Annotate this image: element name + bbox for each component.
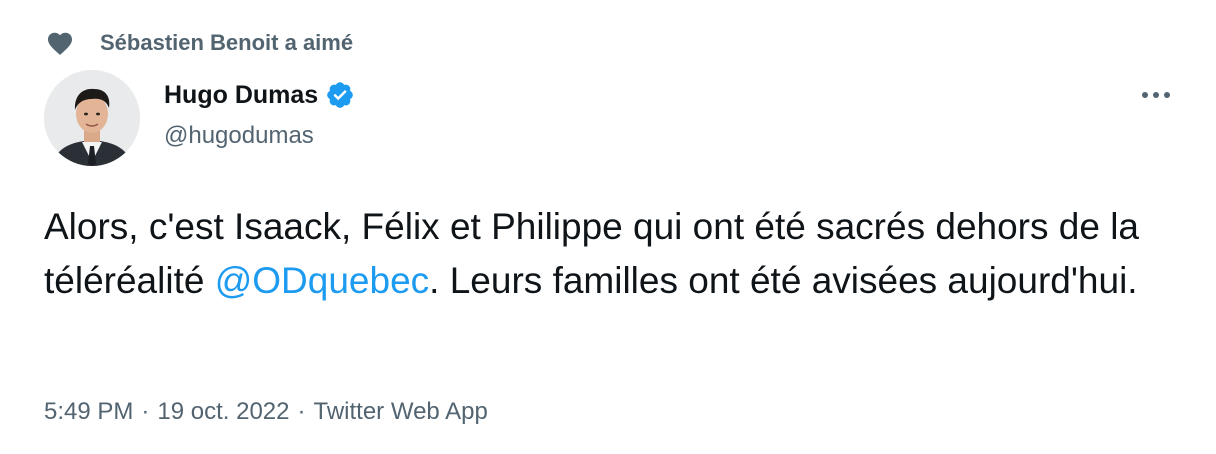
- author-handle[interactable]: @hugodumas: [164, 122, 355, 150]
- avatar-image: [44, 70, 140, 166]
- author-name-row: Hugo Dumas: [164, 80, 355, 110]
- separator: ·: [141, 398, 150, 425]
- separator: ·: [297, 398, 306, 425]
- verified-badge-icon: [327, 82, 353, 108]
- author-info: Hugo Dumas @hugodumas: [164, 80, 355, 150]
- tweet-text: Alors, c'est Isaack, Félix et Philippe q…: [44, 200, 1184, 308]
- tweet-text-part: . Leurs familles ont été avisées aujourd…: [429, 260, 1138, 301]
- more-horizontal-icon: [1142, 92, 1170, 98]
- tweet-time-link[interactable]: 5:49 PM: [44, 398, 133, 426]
- more-options-button[interactable]: [1136, 78, 1176, 112]
- heart-icon: [47, 32, 73, 55]
- tweet-source: Twitter Web App: [313, 398, 488, 425]
- social-context-text[interactable]: Sébastien Benoit a aimé: [100, 30, 353, 56]
- tweet-date-link[interactable]: 19 oct. 2022: [157, 398, 289, 426]
- author-name[interactable]: Hugo Dumas: [164, 81, 318, 110]
- tweet-metadata: 5:49 PM · 19 oct. 2022 · Twitter Web App: [44, 398, 488, 426]
- mention-link[interactable]: @ODquebec: [215, 260, 429, 301]
- avatar[interactable]: [44, 70, 140, 166]
- social-context: Sébastien Benoit a aimé: [46, 30, 353, 56]
